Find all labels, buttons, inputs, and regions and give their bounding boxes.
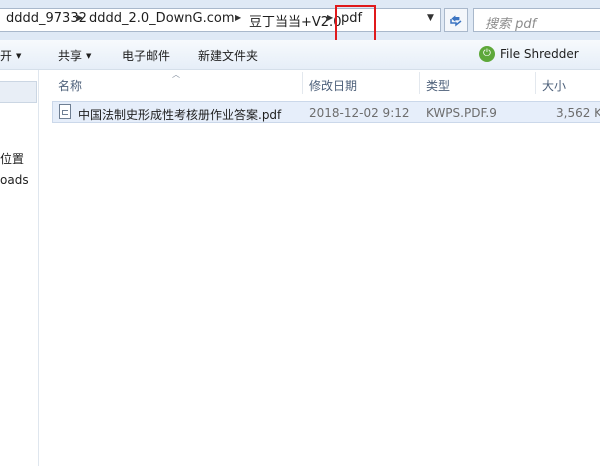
new-folder-button[interactable]: 新建文件夹 (198, 47, 258, 64)
search-box[interactable]: 搜索 pdf (473, 8, 600, 32)
column-header-modified[interactable]: 修改日期 (309, 77, 357, 94)
column-header-size[interactable]: 大小 (542, 77, 566, 94)
file-shredder-button[interactable]: File Shredder (500, 47, 579, 61)
share-label: 共享 (58, 49, 83, 63)
breadcrumb-separator-icon[interactable]: ▶ (77, 13, 83, 22)
navigation-pane (0, 70, 39, 466)
column-divider[interactable] (419, 72, 420, 94)
file-modified: 2018-12-02 9:12 (309, 106, 410, 120)
file-shredder-icon[interactable]: ⏻ (479, 46, 495, 62)
breadcrumb-downg[interactable]: dddd_2.0_DownG.com (89, 11, 235, 26)
pdf-file-icon (59, 104, 71, 119)
chevron-down-icon: ▼ (16, 52, 22, 60)
open-button[interactable]: 开 ▼ (0, 47, 21, 64)
column-divider[interactable] (302, 72, 303, 94)
nav-item-downloads[interactable]: oads (0, 173, 29, 187)
file-type: KWPS.PDF.9 (426, 106, 497, 120)
breadcrumb-separator-icon[interactable]: ▶ (327, 13, 333, 22)
share-button[interactable]: 共享 ▼ (58, 47, 91, 64)
column-header-type[interactable]: 类型 (426, 77, 450, 94)
email-button[interactable]: 电子邮件 (122, 47, 170, 64)
refresh-button[interactable] (444, 8, 468, 32)
file-size: 3,562 KB (556, 106, 600, 120)
column-divider[interactable] (535, 72, 536, 94)
chevron-down-icon: ▼ (86, 52, 92, 60)
nav-selected-item[interactable] (0, 81, 37, 103)
address-dropdown-icon[interactable]: ▼ (427, 13, 434, 23)
refresh-icon (450, 15, 462, 27)
column-header-name[interactable]: 名称 (58, 77, 82, 94)
breadcrumb-dddd-97332[interactable]: dddd_97332 (6, 11, 87, 26)
pdf-highlight-box (335, 5, 376, 42)
sort-ascending-icon: ︿ (172, 70, 180, 79)
nav-item-location[interactable]: 位置 (0, 150, 24, 167)
breadcrumb-separator-icon[interactable]: ▶ (235, 13, 241, 22)
search-input[interactable]: 搜索 pdf (485, 13, 536, 32)
file-name[interactable]: 中国法制史形成性考核册作业答案.pdf (78, 106, 281, 123)
open-label: 开 (0, 49, 13, 63)
